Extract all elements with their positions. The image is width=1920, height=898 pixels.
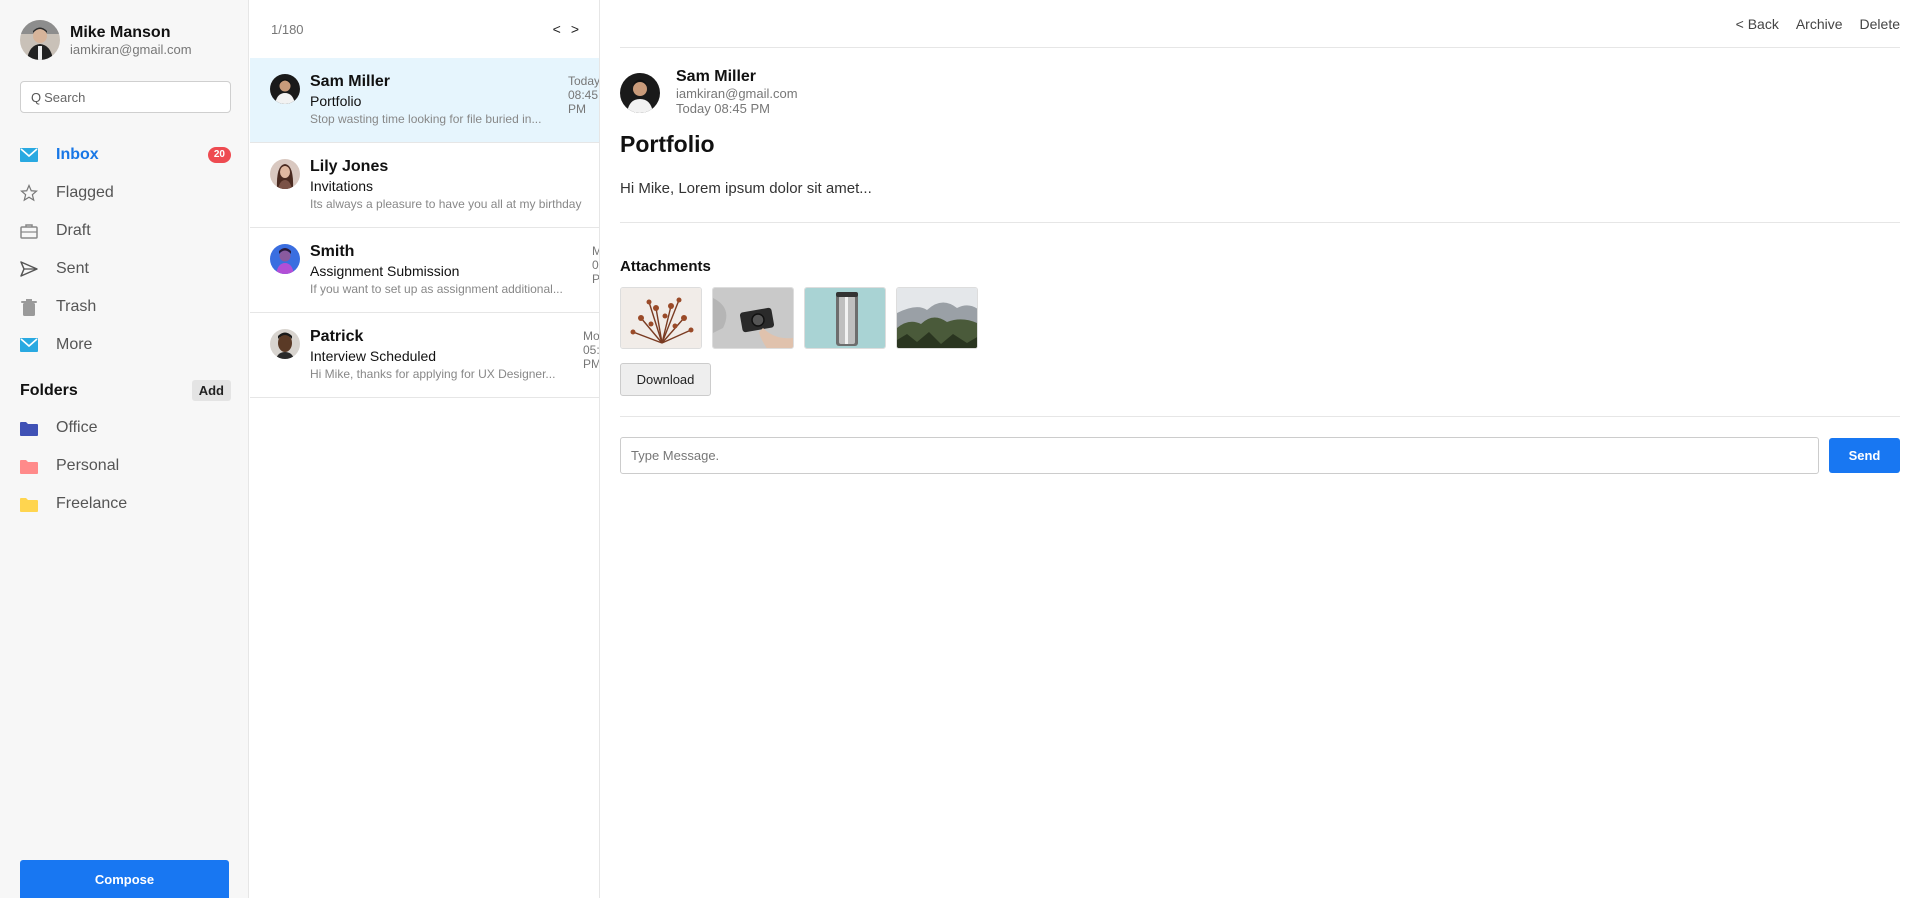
archive-button[interactable]: Archive <box>1796 16 1843 32</box>
compose-button[interactable]: Compose <box>20 860 229 898</box>
folder-item-freelance[interactable]: Freelance <box>20 485 231 523</box>
nav-item-trash[interactable]: Trash <box>20 288 231 326</box>
nav-item-draft[interactable]: Draft <box>20 212 231 250</box>
folder-icon <box>20 495 38 513</box>
reply-input[interactable] <box>620 437 1819 474</box>
nav-item-more[interactable]: More <box>20 326 231 364</box>
next-page-button[interactable]: > <box>571 21 579 37</box>
sender-email: iamkiran@gmail.com <box>676 86 798 101</box>
paper-plane-icon <box>20 260 38 278</box>
message-subject: Interview Scheduled <box>310 348 437 364</box>
user-profile[interactable]: Mike Manson iamkiran@gmail.com <box>20 20 192 60</box>
message-list: 1/180 < > Sam Miller Portfolio Stop wast… <box>250 0 600 898</box>
avatar <box>270 244 300 274</box>
folder-icon <box>20 457 38 475</box>
folders-title: Folders <box>20 381 78 399</box>
prev-page-button[interactable]: < <box>553 21 561 37</box>
back-button[interactable]: < Back <box>1736 16 1779 32</box>
avatar <box>270 159 300 189</box>
message-subject: Portfolio <box>310 93 362 109</box>
folder-label: Freelance <box>56 495 128 512</box>
attachment-thumbnail[interactable] <box>620 287 702 349</box>
nav-label: Draft <box>56 222 91 239</box>
envelope-icon <box>20 146 38 164</box>
download-button[interactable]: Download <box>620 363 711 396</box>
nav-item-sent[interactable]: Sent <box>20 250 231 288</box>
message-preview: Stop wasting time looking for file burie… <box>310 112 542 126</box>
trash-icon <box>20 298 38 316</box>
message-timestamp: Today 08:45 PM <box>676 101 770 116</box>
attachment-thumbnail[interactable] <box>804 287 886 349</box>
sidebar: Mike Manson iamkiran@gmail.com Q Inbox 2… <box>0 0 249 898</box>
divider <box>620 416 1900 417</box>
message-preview: Its always a pleasure to have you all at… <box>310 197 582 211</box>
unread-badge: 20 <box>207 147 231 163</box>
message-preview: If you want to set up as assignment addi… <box>310 282 563 296</box>
user-name: Mike Manson <box>70 24 171 41</box>
nav-label: More <box>56 336 93 353</box>
sender-name: Smith <box>310 243 355 260</box>
attachments-title: Attachments <box>620 258 711 275</box>
nav-item-inbox[interactable]: Inbox 20 <box>20 136 231 174</box>
folder-item-personal[interactable]: Personal <box>20 447 231 485</box>
search-box[interactable]: Q <box>20 81 231 113</box>
folder-item-office[interactable]: Office <box>20 409 231 447</box>
message-time <box>586 159 599 204</box>
sender-name: Sam Miller <box>676 68 757 85</box>
folder-list: Office Personal Freelance <box>20 409 231 523</box>
list-item[interactable]: Sam Miller Portfolio Stop wasting time l… <box>250 58 599 143</box>
star-icon <box>20 184 38 202</box>
divider <box>620 222 1900 223</box>
message-body: Hi Mike, Lorem ipsum dolor sit amet... <box>620 180 872 197</box>
nav-label: Sent <box>56 260 89 277</box>
add-folder-button[interactable]: Add <box>191 380 231 401</box>
message-time: M 06 P <box>592 244 600 286</box>
folder-label: Office <box>56 419 98 436</box>
message-subject: Invitations <box>310 178 374 194</box>
nav-label: Inbox <box>56 146 99 163</box>
delete-button[interactable]: Delete <box>1860 16 1900 32</box>
mailbox-nav: Inbox 20 Flagged Draft Sent Trash More <box>20 136 231 364</box>
briefcase-icon <box>20 222 38 240</box>
sender-name: Lily Jones <box>310 158 389 175</box>
message-subject-heading: Portfolio <box>620 131 715 157</box>
sender-name: Sam Miller <box>310 73 391 90</box>
list-header: 1/180 < > <box>250 0 599 58</box>
message-toolbar: < Back Archive Delete <box>620 0 1900 48</box>
nav-item-flagged[interactable]: Flagged <box>20 174 231 212</box>
avatar <box>620 73 660 113</box>
list-item[interactable]: Patrick Interview Scheduled Hi Mike, tha… <box>250 313 599 398</box>
send-button[interactable]: Send <box>1829 438 1900 473</box>
folders-header: Folders Add <box>20 380 231 401</box>
reading-pane: < Back Archive Delete Sam Miller iamkira… <box>600 0 1920 898</box>
nav-label: Flagged <box>56 184 114 201</box>
folder-icon <box>20 419 38 437</box>
search-icon: Q <box>31 89 42 105</box>
avatar <box>270 329 300 359</box>
attachment-thumbnail[interactable] <box>712 287 794 349</box>
search-input[interactable] <box>44 89 215 105</box>
message-time: Mo 05: PM <box>583 329 600 371</box>
sender-name: Patrick <box>310 328 364 345</box>
user-email: iamkiran@gmail.com <box>70 42 192 57</box>
message-count: 1/180 <box>271 21 304 37</box>
message-subject: Assignment Submission <box>310 263 460 279</box>
nav-label: Trash <box>56 298 97 315</box>
attachments-list <box>620 287 988 349</box>
attachment-thumbnail[interactable] <box>896 287 978 349</box>
message-preview: Hi Mike, thanks for applying for UX Desi… <box>310 367 556 381</box>
list-item[interactable]: Smith Assignment Submission If you want … <box>250 228 599 313</box>
folder-label: Personal <box>56 457 120 474</box>
list-item[interactable]: Lily Jones Invitations Its always a plea… <box>250 143 599 228</box>
avatar[interactable] <box>20 20 60 60</box>
message-time: Today 08:45 PM <box>568 74 600 116</box>
envelope-icon <box>20 336 38 354</box>
message-sender: Sam Miller iamkiran@gmail.com Today 08:4… <box>620 68 798 116</box>
pager: < > <box>543 21 579 37</box>
avatar <box>270 74 300 104</box>
